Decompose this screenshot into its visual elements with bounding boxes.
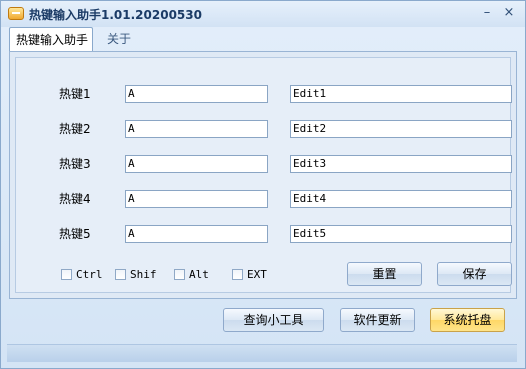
query-tool-button[interactable]: 查询小工具: [223, 308, 324, 332]
close-button[interactable]: ×: [501, 5, 517, 21]
hotkey-5-text-input[interactable]: Edit5: [290, 225, 512, 243]
ext-label: EXT: [247, 268, 267, 281]
hotkey-4-label: 热键4: [59, 192, 91, 206]
hotkey-group: 热键1 A Edit1 热键2 A Edit2 热键3 A Edit3 热键4 …: [15, 57, 512, 293]
hotkey-2-text-input[interactable]: Edit2: [290, 120, 512, 138]
alt-label: Alt: [189, 268, 209, 281]
app-icon: [8, 7, 24, 20]
ctrl-label: Ctrl: [76, 268, 103, 281]
status-bar: [7, 344, 517, 362]
system-tray-button[interactable]: 系统托盘: [430, 308, 505, 332]
hotkey-5-key-input[interactable]: A: [125, 225, 268, 243]
tab-hotkey-helper[interactable]: 热键输入助手: [9, 27, 93, 51]
hotkey-3-text-input[interactable]: Edit3: [290, 155, 512, 173]
hotkey-4-text-input[interactable]: Edit4: [290, 190, 512, 208]
ext-checkbox[interactable]: EXT: [232, 268, 267, 281]
shift-label: Shif: [130, 268, 157, 281]
hotkey-5-label: 热键5: [59, 227, 91, 241]
hotkey-3-key-input[interactable]: A: [125, 155, 268, 173]
hotkey-1-key-input[interactable]: A: [125, 85, 268, 103]
hotkey-1-label: 热键1: [59, 87, 91, 101]
tab-panel: 热键1 A Edit1 热键2 A Edit2 热键3 A Edit3 热键4 …: [9, 51, 517, 299]
alt-checkbox[interactable]: Alt: [174, 268, 209, 281]
hotkey-4-key-input[interactable]: A: [125, 190, 268, 208]
hotkey-2-key-input[interactable]: A: [125, 120, 268, 138]
checkbox-icon: [61, 269, 72, 280]
checkbox-icon: [232, 269, 243, 280]
app-window: 热键输入助手1.01.20200530 – × 热键输入助手 关于 热键1 A …: [0, 0, 526, 369]
minimize-button[interactable]: –: [479, 5, 495, 21]
hotkey-1-text-input[interactable]: Edit1: [290, 85, 512, 103]
checkbox-icon: [115, 269, 126, 280]
window-title: 热键输入助手1.01.20200530: [29, 8, 202, 22]
shift-checkbox[interactable]: Shif: [115, 268, 157, 281]
tab-about[interactable]: 关于: [101, 27, 137, 51]
ctrl-checkbox[interactable]: Ctrl: [61, 268, 103, 281]
hotkey-3-label: 热键3: [59, 157, 91, 171]
checkbox-icon: [174, 269, 185, 280]
software-update-button[interactable]: 软件更新: [340, 308, 415, 332]
title-bar[interactable]: 热键输入助手1.01.20200530 – ×: [1, 1, 525, 27]
save-button[interactable]: 保存: [437, 262, 512, 286]
reset-button[interactable]: 重置: [347, 262, 422, 286]
hotkey-2-label: 热键2: [59, 122, 91, 136]
